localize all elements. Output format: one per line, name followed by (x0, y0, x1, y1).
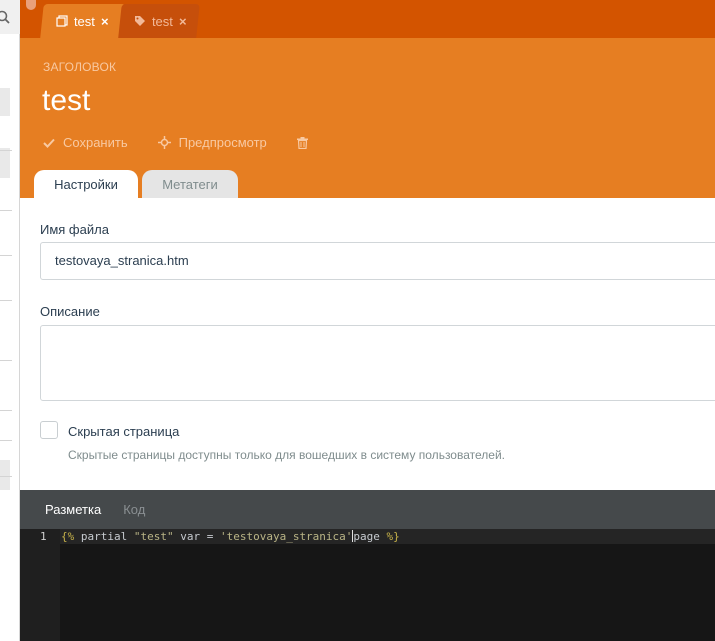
save-label: Сохранить (63, 135, 128, 150)
toolbar: Сохранить Предпросмотр (43, 135, 308, 150)
tag-icon (134, 15, 146, 27)
hidden-page-label[interactable]: Скрытая страница (68, 424, 179, 439)
background-list-sliver (0, 0, 20, 641)
filename-input[interactable]: testovaya_stranica.htm (40, 242, 715, 280)
tab-settings[interactable]: Настройки (34, 170, 138, 198)
code-token-value: 'testovaya_stranica' (219, 530, 353, 543)
document-tabstrip: test × test × (20, 0, 715, 38)
code-token-close: %} (386, 530, 400, 543)
tab-markup[interactable]: Разметка (45, 502, 101, 517)
code-editor[interactable]: 1 {% partial "test" var = 'testovaya_str… (20, 529, 715, 641)
doc-tab-test-active[interactable]: test × (40, 4, 126, 38)
doc-tab-label: test (152, 13, 173, 29)
crosshair-icon (157, 136, 171, 149)
page-icon (56, 15, 68, 27)
code-line[interactable]: {% partial "test" var = 'testovaya_stran… (61, 530, 400, 543)
editor-gutter: 1 (20, 529, 60, 641)
page-header: ЗАГОЛОВОК test Сохранить Предпросмотр На… (20, 38, 715, 198)
trash-icon (296, 136, 308, 149)
doc-tab-label: test (74, 13, 95, 29)
preview-label: Предпросмотр (178, 135, 267, 150)
title-field-label: ЗАГОЛОВОК (43, 60, 117, 74)
filename-label: Имя файла (40, 222, 109, 237)
code-token-rest: page (353, 530, 387, 543)
pin-icon[interactable] (26, 0, 36, 10)
save-button[interactable]: Сохранить (43, 135, 128, 150)
close-icon[interactable]: × (179, 14, 187, 29)
hidden-page-help: Скрытые страницы доступны только для вош… (68, 448, 505, 462)
page-title[interactable]: test (42, 84, 90, 118)
tab-meta[interactable]: Метатеги (142, 170, 238, 198)
code-token-var: var = (173, 530, 220, 543)
tab-code[interactable]: Код (123, 502, 145, 517)
code-token-keyword: partial (74, 530, 134, 543)
code-token-name: "test" (133, 530, 174, 543)
editor-tabbar: Разметка Код (20, 490, 715, 529)
preview-button[interactable]: Предпросмотр (157, 135, 267, 150)
description-label: Описание (40, 304, 100, 319)
line-number: 1 (40, 530, 47, 543)
search-icon[interactable] (0, 0, 20, 34)
description-textarea[interactable] (40, 325, 715, 401)
doc-tab-test-inactive[interactable]: test × (118, 4, 200, 38)
hidden-page-checkbox[interactable] (40, 421, 58, 439)
code-token-open: {% (61, 530, 75, 543)
close-icon[interactable]: × (101, 14, 109, 29)
check-icon (43, 138, 55, 148)
delete-button[interactable] (296, 136, 308, 149)
settings-form: Имя файла testovaya_stranica.htm Описани… (20, 198, 715, 490)
